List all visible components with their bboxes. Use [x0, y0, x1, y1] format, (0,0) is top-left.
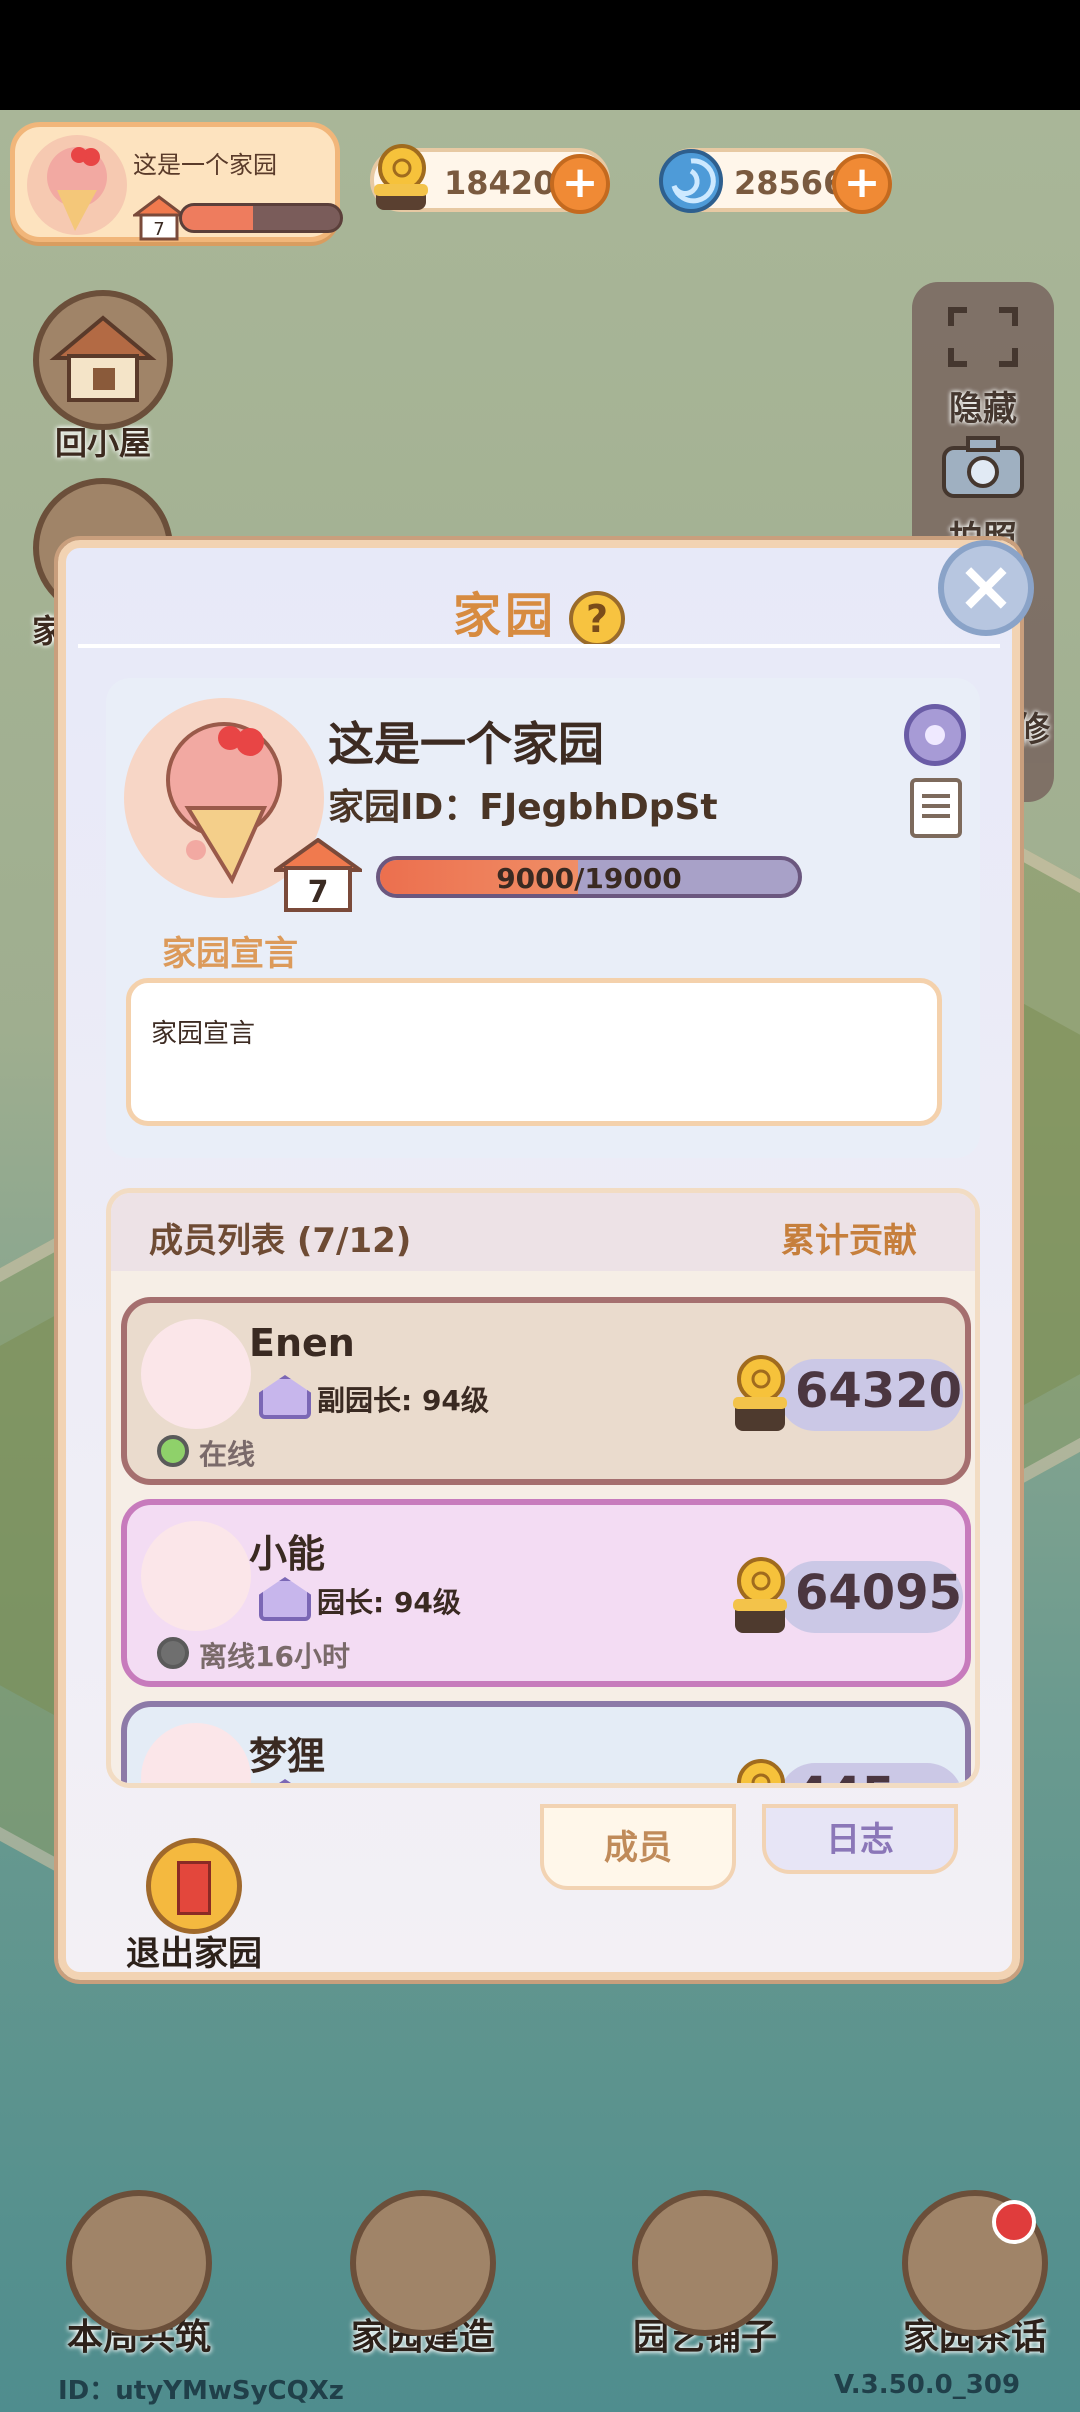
swirl-currency-value: 28566 — [734, 164, 846, 202]
house-icon — [33, 290, 173, 430]
member-status: 离线16小时 — [199, 1640, 350, 1673]
members-header: 成员列表 (7/12) 累计贡献 — [111, 1193, 975, 1271]
blue-swirl-icon — [656, 146, 726, 216]
swirl-currency: 28566 + — [659, 148, 892, 214]
back-to-cabin-button[interactable]: 回小屋 — [28, 290, 178, 464]
member-score: 445 — [795, 1767, 895, 1783]
home-level-large: 7 — [308, 875, 329, 910]
member-avatar — [141, 1319, 251, 1429]
member-row[interactable]: 小能园长: 94级离线16小时 64095 — [121, 1499, 971, 1687]
notification-badge — [992, 2200, 1036, 2244]
add-snail-button[interactable]: + — [550, 154, 610, 214]
member-house-icon — [259, 1779, 311, 1783]
member-row[interactable]: Enen 副园长: 94级在线 64320 — [121, 1297, 971, 1485]
golden-snail-icon — [360, 134, 440, 224]
golden-snail-icon — [719, 1747, 799, 1783]
member-score: 64320 — [795, 1363, 962, 1419]
declaration-text: 家园宣言 — [151, 1019, 256, 1049]
exit-door-icon — [146, 1838, 242, 1934]
player-id: ID：utyYMwSyCQXz — [58, 2376, 344, 2406]
home-name: 这是一个家园 — [133, 151, 277, 179]
home-level: 7 — [153, 219, 164, 240]
home-info-card: 这是一个家园 家园ID：FJegbhDpSt 7 9000/19000 家园宣言… — [106, 678, 980, 1158]
dialog-title: 家园 — [452, 588, 557, 644]
title-divider — [78, 644, 1000, 648]
hide-button[interactable]: 隐藏 — [912, 302, 1054, 430]
member-name: 小能 — [249, 1532, 326, 1576]
member-name: 梦狸 — [249, 1734, 326, 1778]
close-icon[interactable]: × — [938, 540, 1034, 636]
declaration-box[interactable]: 家园宣言 — [126, 978, 942, 1126]
bricks-icon — [350, 2190, 496, 2336]
home-name-large: 这是一个家园 — [328, 717, 604, 771]
home-dialog: 家园? 这是一个家园 家园ID：FJegbhDpSt 7 9000/19000 … — [58, 540, 1020, 1980]
member-house-icon — [259, 1375, 311, 1419]
status-dot — [157, 1637, 189, 1669]
gear-icon[interactable] — [904, 704, 966, 766]
exit-home-button[interactable]: 退出家园 — [126, 1838, 262, 1975]
nav-home-chat[interactable]: 家园茶话 — [880, 2190, 1070, 2360]
member-house-icon — [259, 1577, 311, 1621]
home-xp-progress: 9000/19000 — [376, 856, 802, 898]
add-swirl-button[interactable]: + — [832, 154, 892, 214]
snail-currency: 18420 + — [370, 144, 610, 214]
member-score: 64095 — [795, 1565, 962, 1621]
level-house-icon: 7 — [130, 195, 188, 241]
home-xp-bar — [179, 203, 343, 233]
snail-currency-value: 18420 — [444, 164, 556, 202]
level-house-icon: 7 — [269, 837, 367, 912]
help-button[interactable]: ? — [569, 591, 625, 647]
app-version: V.3.50.0_309 — [834, 2370, 1021, 2400]
member-name: Enen — [249, 1321, 355, 1365]
tab-members[interactable]: 成员 — [540, 1804, 736, 1890]
status-dot — [157, 1435, 189, 1467]
declaration-title: 家园宣言 — [162, 934, 298, 974]
dialog-title-row: 家园? — [66, 576, 1012, 647]
members-card: 成员列表 (7/12) 累计贡献 Enen 副园长: 94级在线 64320 小能园长… — [106, 1188, 980, 1788]
member-avatar — [141, 1723, 251, 1783]
chart-podium-icon — [66, 2190, 212, 2336]
ice-cream-avatar-icon — [27, 135, 127, 235]
tab-log[interactable]: 日志 — [762, 1804, 958, 1874]
members-title: 成员列表 (7/12) — [149, 1221, 412, 1261]
member-role: 园长: 94级 — [317, 1586, 461, 1619]
golden-snail-icon — [719, 1545, 799, 1641]
nav-weekly-build[interactable]: 本周共筑 — [44, 2190, 234, 2360]
member-row[interactable]: 梦狸成员: 93级 445 — [121, 1701, 971, 1788]
nav-home-build[interactable]: 家园建造 — [328, 2190, 518, 2360]
golden-snail-icon — [719, 1343, 799, 1439]
home-badge[interactable]: 这是一个家园 7 — [10, 122, 343, 242]
member-role: 副园长: 94级 — [317, 1384, 489, 1417]
flower-pot-icon — [632, 2190, 778, 2336]
contribution-title: 累计贡献 — [781, 1221, 917, 1261]
member-avatar — [141, 1521, 251, 1631]
home-xp-fill — [182, 206, 254, 230]
copy-icon[interactable] — [910, 778, 962, 838]
home-id: 家园ID：FJegbhDpSt — [328, 787, 718, 828]
chat-bubbles-icon — [902, 2190, 1048, 2336]
hide-frame-icon — [948, 307, 1018, 367]
hide-label: 隐藏 — [949, 389, 1017, 429]
home-xp-text: 9000/19000 — [496, 862, 682, 895]
member-role: 成员: 93级 — [317, 1783, 461, 1788]
camera-icon — [942, 436, 1024, 498]
member-status: 在线 — [199, 1438, 256, 1471]
nav-garden-shop[interactable]: 园艺铺子 — [610, 2190, 800, 2360]
